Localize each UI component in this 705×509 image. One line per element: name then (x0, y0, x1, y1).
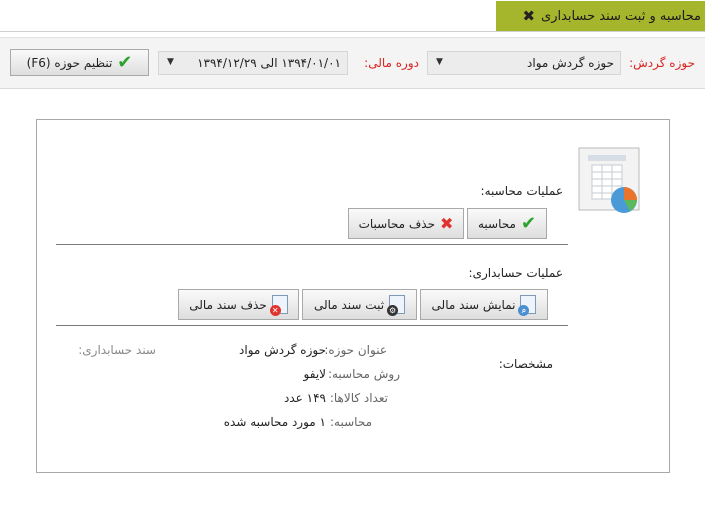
period-title-label: عنوان حوزه: (324, 343, 387, 357)
period-select-value: حوزه گردش مواد (527, 56, 614, 70)
fiscal-period-select[interactable]: ۱۳۹۴/۰۱/۰۱ الی ۱۳۹۴/۱۲/۲۹ ▼ (158, 51, 348, 75)
register-voucher-label: ثبت سند مالی (313, 297, 385, 312)
details-title: مشخصات: (498, 357, 553, 371)
document-delete-icon: ✕ (269, 295, 288, 316)
document-search-icon: ⌕ (518, 295, 537, 316)
set-period-label: تنظیم حوزه (F6) (26, 55, 113, 70)
calculate-button-label: محاسبه (477, 216, 516, 231)
chevron-down-icon[interactable]: ▼ (167, 57, 174, 67)
period-select[interactable]: حوزه گردش مواد ▼ (427, 51, 621, 75)
delete-calculations-button[interactable]: ✖ حذف محاسبات (348, 208, 464, 239)
show-voucher-button[interactable]: ⌕ نمایش سند مالی (420, 289, 548, 320)
show-voucher-label: نمایش سند مالی (431, 297, 516, 312)
fiscal-period-value: ۱۳۹۴/۰۱/۰۱ الی ۱۳۹۴/۱۲/۲۹ (197, 56, 341, 70)
voucher-label: سند حسابداری: (78, 343, 156, 357)
delete-voucher-label: حذف سند مالی (189, 297, 267, 312)
accounting-section-title: عملیات حسابداری: (468, 266, 563, 280)
register-voucher-button[interactable]: ⚙ ثبت سند مالی (302, 289, 417, 320)
tab-bar: محاسبه و ثبت سند حسابداری ✖ (0, 0, 705, 32)
chevron-down-icon[interactable]: ▼ (436, 57, 443, 67)
delete-x-icon: ✖ (440, 213, 454, 233)
delete-voucher-button[interactable]: ✕ حذف سند مالی (178, 289, 299, 320)
calc-status-value: ۱ مورد محاسبه شده (223, 415, 326, 429)
delete-calculations-label: حذف محاسبات (358, 216, 436, 231)
period-title-value: حوزه گردش مواد (239, 343, 326, 357)
section-divider (56, 244, 568, 245)
section-divider (56, 325, 568, 326)
items-count-label: تعداد کالاها: (329, 391, 388, 405)
spreadsheet-chart-icon (578, 147, 640, 213)
filter-toolbar: حوزه گردش: حوزه گردش مواد ▼ دوره مالی: ۱… (0, 37, 705, 89)
set-period-button[interactable]: ✔ تنظیم حوزه (F6) (10, 49, 149, 76)
main-panel: عملیات محاسبه: ✔ محاسبه ✖ حذف محاسبات عم… (36, 119, 670, 473)
close-icon[interactable]: ✖ (522, 7, 535, 25)
tab-calc-voucher[interactable]: محاسبه و ثبت سند حسابداری ✖ (496, 1, 705, 31)
checkmark-icon: ✔ (520, 212, 537, 234)
checkmark-icon: ✔ (117, 51, 133, 73)
calculate-button[interactable]: ✔ محاسبه (467, 208, 547, 239)
tab-title: محاسبه و ثبت سند حسابداری (541, 8, 701, 24)
method-label: روش محاسبه: (327, 367, 400, 381)
items-count-value: ۱۴۹ عدد (284, 391, 326, 405)
document-gear-icon: ⚙ (387, 295, 406, 316)
method-value: لایفو (303, 367, 326, 381)
fiscal-period-label: دوره مالی: (364, 56, 419, 70)
period-label: حوزه گردش: (629, 56, 695, 70)
calc-section-title: عملیات محاسبه: (480, 184, 563, 198)
calc-status-label: محاسبه: (330, 415, 372, 429)
